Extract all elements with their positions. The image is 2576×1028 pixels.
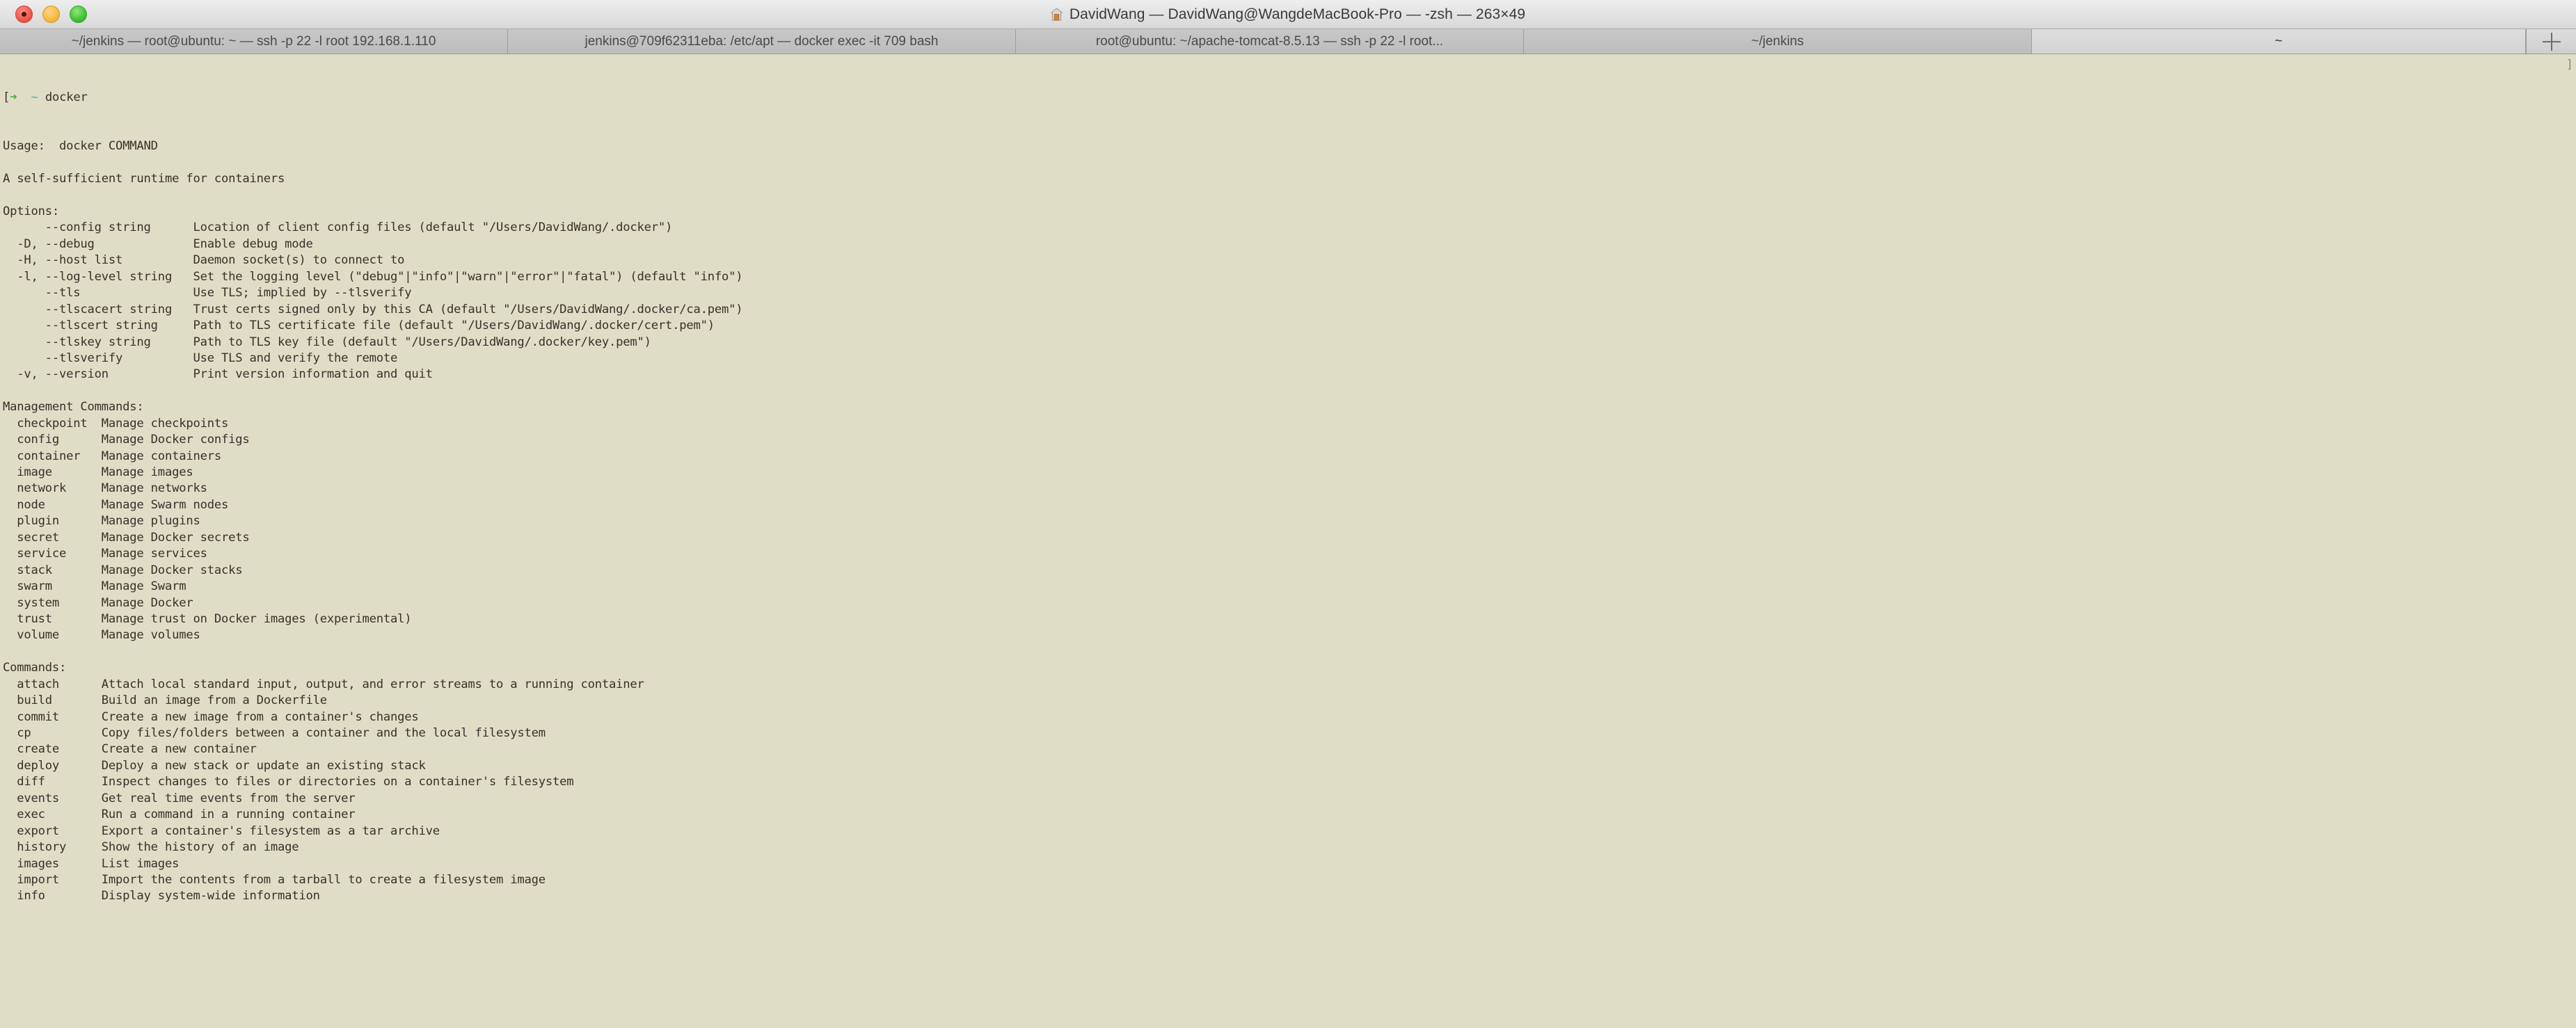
prompt-right-bracket: ] (2566, 58, 2573, 72)
prompt-line: [➜ ~ docker (3, 90, 2576, 106)
terminal-line: A self-sufficient runtime for containers (3, 172, 285, 186)
tab-home-active[interactable]: ~ (2032, 29, 2526, 54)
terminal-line: --tlscert string Path to TLS certificate… (3, 319, 715, 333)
tab-jenkins-local[interactable]: ~/jenkins (1524, 29, 2032, 54)
terminal-line: Management Commands: (3, 400, 144, 415)
new-tab-button[interactable] (2526, 29, 2576, 54)
terminal-line: export Export a container's filesystem a… (3, 824, 440, 838)
window-title: DavidWang — DavidWang@WangdeMacBook-Pro … (1069, 6, 1526, 22)
terminal-line: -v, --version Print version information … (3, 367, 433, 382)
terminal-line: --tlsverify Use TLS and verify the remot… (3, 351, 398, 365)
tab-label: jenkins@709f62311eba: /etc/apt — docker … (585, 33, 939, 49)
tab-docker-exec[interactable]: jenkins@709f62311eba: /etc/apt — docker … (508, 29, 1016, 54)
terminal-line: info Display system-wide information (3, 889, 320, 903)
terminal-line: stack Manage Docker stacks (3, 563, 243, 577)
minimize-button[interactable] (42, 6, 60, 23)
prompt-arrow-icon: ➜ (10, 90, 17, 104)
terminal-line: -l, --log-level string Set the logging l… (3, 269, 743, 284)
tab-label: ~/jenkins (1751, 33, 1804, 49)
title-bar: DavidWang — DavidWang@WangdeMacBook-Pro … (0, 0, 2576, 29)
terminal-line: events Get real time events from the ser… (3, 791, 356, 805)
terminal-line: config Manage Docker configs (3, 433, 250, 447)
terminal-line: images List images (3, 856, 180, 871)
terminal-line: trust Manage trust on Docker images (exp… (3, 611, 412, 626)
terminal-line: -H, --host list Daemon socket(s) to conn… (3, 253, 405, 268)
terminal-line: --config string Location of client confi… (3, 220, 673, 235)
window-controls (0, 6, 87, 23)
terminal-line: plugin Manage plugins (3, 514, 200, 529)
terminal-line: secret Manage Docker secrets (3, 530, 250, 545)
terminal-line: deploy Deploy a new stack or update an e… (3, 758, 426, 773)
tab-bar: ~/jenkins — root@ubuntu: ~ — ssh -p 22 -… (0, 29, 2576, 54)
terminal-line: checkpoint Manage checkpoints (3, 416, 229, 431)
terminal-line: --tlskey string Path to TLS key file (de… (3, 335, 651, 349)
terminal-line: Options: (3, 204, 60, 218)
terminal-line: container Manage containers (3, 449, 221, 463)
terminal-line: swarm Manage Swarm (3, 579, 186, 594)
terminal-line: --tls Use TLS; implied by --tlsverify (3, 286, 412, 300)
tab-label: root@ubuntu: ~/apache-tomcat-8.5.13 — ss… (1095, 33, 1444, 49)
terminal-line: --tlscacert string Trust certs signed on… (3, 302, 743, 316)
terminal-line: history Show the history of an image (3, 840, 299, 855)
home-icon (1050, 8, 1063, 21)
tab-label: ~ (2274, 33, 2283, 49)
prompt-gap2 (38, 90, 45, 104)
terminal-line: build Build an image from a Dockerfile (3, 693, 327, 708)
prompt-cwd: ~ (31, 90, 38, 104)
terminal-screen: [➜ ~ docker Usage: docker COMMAND A self… (0, 54, 2576, 938)
terminal-line: cp Copy files/folders between a containe… (3, 726, 546, 740)
terminal-body[interactable]: [➜ ~ docker Usage: docker COMMAND A self… (0, 54, 2576, 1028)
terminal-line: service Manage services (3, 547, 207, 561)
terminal-window: DavidWang — DavidWang@WangdeMacBook-Pro … (0, 0, 2576, 1028)
terminal-line: exec Run a command in a running containe… (3, 808, 356, 822)
terminal-line: image Manage images (3, 465, 193, 479)
maximize-button[interactable] (70, 6, 87, 23)
terminal-line: -D, --debug Enable debug mode (3, 236, 313, 251)
terminal-line: network Manage networks (3, 481, 207, 496)
terminal-line: commit Create a new image from a contain… (3, 709, 419, 724)
terminal-line: attach Attach local standard input, outp… (3, 677, 644, 691)
prompt-gap1 (17, 90, 31, 104)
terminal-line: diff Inspect changes to files or directo… (3, 775, 574, 789)
terminal-line: volume Manage volumes (3, 628, 200, 643)
terminal-line: Usage: docker COMMAND (3, 139, 158, 154)
terminal-output: Usage: docker COMMAND A self-sufficient … (3, 138, 2576, 905)
terminal-line: Commands: (3, 661, 67, 675)
plus-icon (2542, 32, 2561, 51)
tab-jenkins-ssh[interactable]: ~/jenkins — root@ubuntu: ~ — ssh -p 22 -… (0, 29, 508, 54)
title-center-group: DavidWang — DavidWang@WangdeMacBook-Pro … (0, 0, 2576, 29)
terminal-line: system Manage Docker (3, 595, 193, 610)
tab-label: ~/jenkins — root@ubuntu: ~ — ssh -p 22 -… (71, 33, 436, 49)
terminal-line: import Import the contents from a tarbal… (3, 872, 546, 887)
close-button[interactable] (15, 6, 33, 23)
terminal-line: create Create a new container (3, 742, 257, 757)
terminal-line: node Manage Swarm nodes (3, 497, 229, 512)
tab-tomcat-ssh[interactable]: root@ubuntu: ~/apache-tomcat-8.5.13 — ss… (1016, 29, 1524, 54)
prompt-bracket: [ (3, 90, 10, 104)
prompt-command: docker (45, 90, 88, 104)
